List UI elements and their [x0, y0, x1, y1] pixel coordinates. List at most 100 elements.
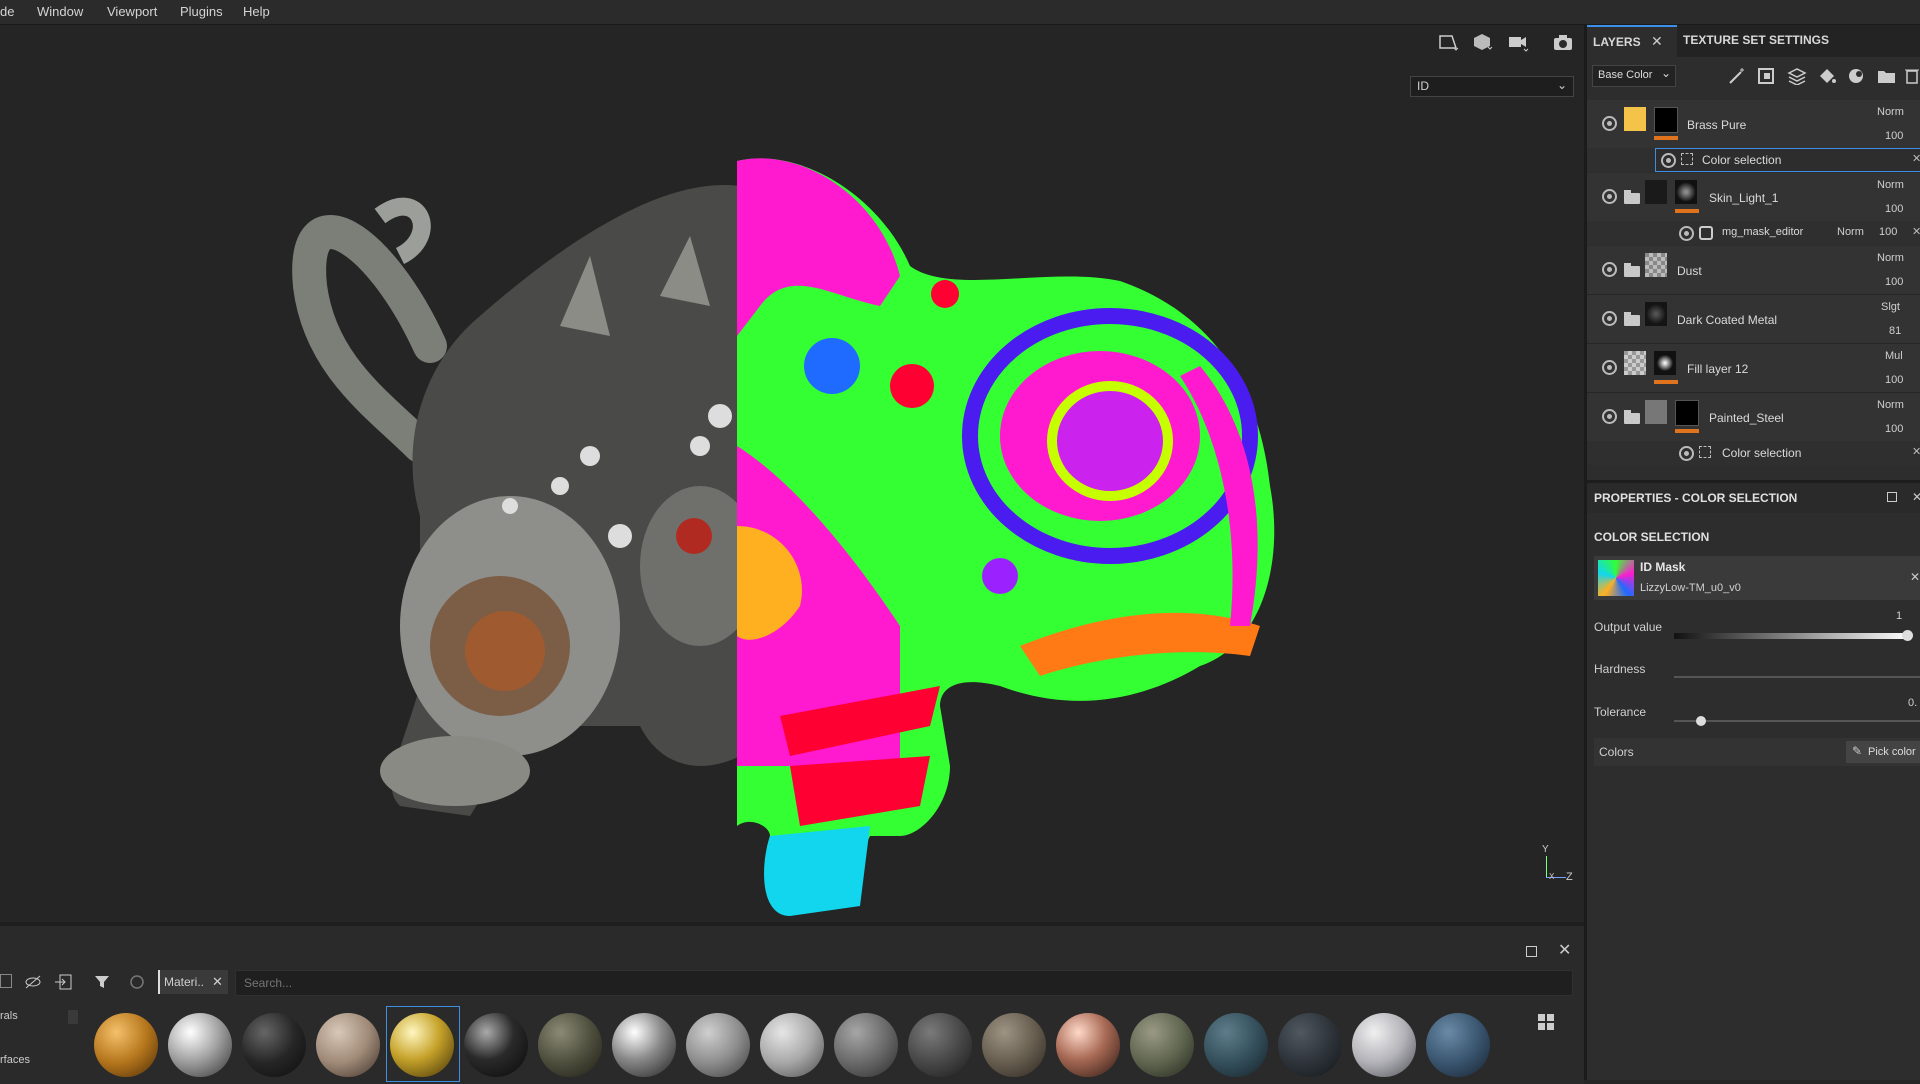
- display-mode-icon[interactable]: [1472, 33, 1494, 51]
- layer-opacity[interactable]: 100: [1885, 374, 1903, 386]
- shelf-search[interactable]: [235, 970, 1573, 996]
- close-tab-icon[interactable]: ✕: [1651, 33, 1663, 50]
- layer-opacity[interactable]: 81: [1889, 325, 1901, 337]
- material-thumbnail[interactable]: [1130, 1013, 1194, 1077]
- reset-icon[interactable]: [128, 973, 146, 991]
- tab-texture-set-settings[interactable]: TEXTURE SET SETTINGS: [1677, 25, 1837, 57]
- material-thumbnail[interactable]: [1056, 1013, 1120, 1077]
- layer-blend-mode[interactable]: Norm: [1877, 106, 1904, 118]
- layer-row[interactable]: Dust Norm 100: [1587, 246, 1920, 295]
- menu-item-window[interactable]: Window: [37, 4, 83, 19]
- remove-effect-icon[interactable]: ✕: [1912, 225, 1920, 238]
- add-layer-icon[interactable]: [1787, 67, 1807, 85]
- remove-filter-icon[interactable]: ✕: [212, 974, 223, 990]
- layer-mask-thumbnail[interactable]: [1675, 180, 1697, 204]
- pick-color-button[interactable]: ✎ Pick color: [1846, 741, 1920, 763]
- material-thumbnail[interactable]: [1352, 1013, 1416, 1077]
- visibility-eye-icon[interactable]: [1602, 409, 1617, 424]
- sublayer-name[interactable]: Color selection: [1702, 153, 1781, 167]
- layer-name[interactable]: Brass Pure: [1687, 118, 1746, 132]
- material-thumbnail[interactable]: [760, 1013, 824, 1077]
- shelf-category-materials[interactable]: rals: [0, 1010, 18, 1022]
- sublayer-opacity[interactable]: 100: [1879, 226, 1897, 238]
- layer-blend-mode[interactable]: Slgt: [1881, 301, 1900, 313]
- layer-opacity[interactable]: 100: [1885, 276, 1903, 288]
- magic-wand-icon[interactable]: [1727, 67, 1747, 85]
- sublayer-row[interactable]: mg_mask_editor Norm 100 ✕: [1587, 221, 1920, 245]
- visibility-eye-icon[interactable]: [1602, 311, 1617, 326]
- material-thumbnail[interactable]: [1278, 1013, 1342, 1077]
- visibility-eye-icon[interactable]: [1602, 116, 1617, 131]
- output-value-slider[interactable]: [1674, 633, 1910, 639]
- folder-icon[interactable]: [1624, 410, 1640, 424]
- material-thumbnail[interactable]: [612, 1013, 676, 1077]
- sublayer-row[interactable]: Color selection ✕: [1587, 441, 1920, 465]
- layer-row[interactable]: Fill layer 12 Mul 100: [1587, 344, 1920, 393]
- list-icon[interactable]: [0, 974, 12, 988]
- layer-name[interactable]: Skin_Light_1: [1709, 191, 1778, 205]
- layer-opacity[interactable]: 100: [1885, 203, 1903, 215]
- material-thumbnail[interactable]: [686, 1013, 750, 1077]
- visibility-eye-icon[interactable]: [1602, 189, 1617, 204]
- shelf-category-surfaces[interactable]: rfaces: [0, 1054, 30, 1066]
- material-thumbnail[interactable]: [834, 1013, 898, 1077]
- material-thumbnail[interactable]: [94, 1013, 158, 1077]
- menu-item-help[interactable]: Help: [243, 4, 270, 19]
- menu-item-plugins[interactable]: Plugins: [180, 4, 223, 19]
- layer-mask-thumbnail[interactable]: [1654, 351, 1676, 375]
- remove-effect-icon[interactable]: ✕: [1912, 152, 1920, 165]
- material-thumbnail[interactable]: [316, 1013, 380, 1077]
- close-icon[interactable]: ✕: [1558, 940, 1571, 960]
- visibility-eye-icon[interactable]: [1679, 446, 1694, 461]
- filter-chip-materials[interactable]: Materi.. ✕: [158, 970, 228, 994]
- slider-handle[interactable]: [1902, 630, 1913, 641]
- layer-name[interactable]: Painted_Steel: [1709, 411, 1784, 425]
- folder-icon[interactable]: [1624, 312, 1640, 326]
- close-icon[interactable]: ✕: [1912, 490, 1920, 504]
- layer-row[interactable]: Painted_Steel Norm 100: [1587, 393, 1920, 442]
- visibility-eye-icon[interactable]: [1602, 360, 1617, 375]
- visibility-eye-icon[interactable]: [1661, 153, 1676, 168]
- layer-blend-mode[interactable]: Mul: [1885, 350, 1903, 362]
- material-thumbnail[interactable]: [1426, 1013, 1490, 1077]
- menu-item-viewport[interactable]: Viewport: [107, 4, 157, 19]
- layer-name[interactable]: Fill layer 12: [1687, 362, 1748, 376]
- tolerance-slider[interactable]: [1674, 720, 1920, 722]
- layer-row[interactable]: Skin_Light_1 Norm 100: [1587, 173, 1920, 222]
- add-fill-layer-icon[interactable]: [1817, 67, 1837, 85]
- slider-handle[interactable]: [1696, 716, 1706, 726]
- material-thumbnail[interactable]: [538, 1013, 602, 1077]
- tab-layers[interactable]: LAYERS ✕: [1587, 25, 1677, 59]
- visibility-eye-icon[interactable]: [1602, 262, 1617, 277]
- material-thumbnail[interactable]: [168, 1013, 232, 1077]
- folder-icon[interactable]: [1624, 190, 1640, 204]
- layer-row[interactable]: Brass Pure Norm 100: [1587, 100, 1920, 149]
- layer-name[interactable]: Dust: [1677, 264, 1702, 278]
- sublayer-name[interactable]: Color selection: [1722, 446, 1801, 460]
- id-mask-resource[interactable]: ID Mask LizzyLow-TM_u0_v0 ✕: [1594, 556, 1920, 600]
- add-effect-icon[interactable]: [1847, 67, 1867, 85]
- add-mask-icon[interactable]: [1757, 67, 1777, 85]
- material-thumbnail[interactable]: [1204, 1013, 1268, 1077]
- layer-blend-mode[interactable]: Norm: [1877, 252, 1904, 264]
- layer-blend-mode[interactable]: Norm: [1877, 399, 1904, 411]
- layer-mask-thumbnail[interactable]: [1654, 107, 1678, 133]
- add-folder-icon[interactable]: [1877, 67, 1897, 85]
- material-thumbnail[interactable]: [242, 1013, 306, 1077]
- menu-item-ide[interactable]: de: [0, 4, 14, 19]
- layer-opacity[interactable]: 100: [1885, 423, 1903, 435]
- folder-icon[interactable]: [1624, 263, 1640, 277]
- layer-channel-dropdown[interactable]: Base Color ⌄: [1592, 65, 1676, 87]
- layer-mask-thumbnail[interactable]: [1675, 400, 1699, 426]
- visibility-eye-icon[interactable]: [1679, 226, 1694, 241]
- delete-layer-icon[interactable]: [1905, 67, 1919, 85]
- maximize-icon[interactable]: [1887, 492, 1897, 502]
- sublayer-name[interactable]: mg_mask_editor: [1722, 226, 1803, 238]
- layer-blend-mode[interactable]: Norm: [1877, 179, 1904, 191]
- import-icon[interactable]: [54, 974, 72, 990]
- layer-name[interactable]: Dark Coated Metal: [1677, 313, 1777, 327]
- sublayer-row[interactable]: Color selection ✕: [1587, 148, 1920, 172]
- hardness-slider[interactable]: [1674, 676, 1920, 678]
- screenshot-camera-icon[interactable]: [1553, 34, 1575, 52]
- grid-view-icon[interactable]: [1538, 1014, 1554, 1030]
